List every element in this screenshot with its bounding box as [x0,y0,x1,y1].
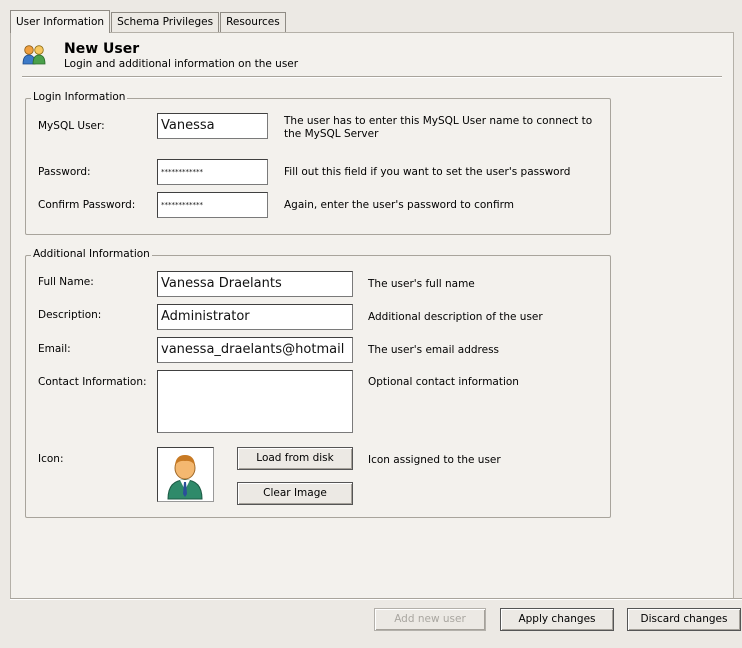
login-information-title: Login Information [31,91,128,103]
full-name-hint: The user's full name [368,278,475,290]
password-input[interactable]: ************ [157,159,268,185]
page-subtitle: Login and additional information on the … [64,58,299,70]
confirm-password-label: Confirm Password: [38,199,136,211]
icon-hint: Icon assigned to the user [368,454,501,466]
contact-information-textarea[interactable] [157,370,353,433]
mysql-user-input[interactable]: Vanessa [157,113,268,139]
full-name-label: Full Name: [38,276,94,288]
full-name-input[interactable]: Vanessa Draelants [157,271,353,297]
confirm-password-hint: Again, enter the user's password to conf… [284,199,514,211]
discard-changes-button[interactable]: Discard changes [627,608,741,631]
users-icon [22,45,46,65]
tab-user-information[interactable]: User Information [10,10,111,33]
description-label: Description: [38,309,102,321]
tab-resources[interactable]: Resources [220,12,286,32]
contact-information-hint: Optional contact information [368,376,519,388]
header-divider [22,76,722,78]
email-input[interactable]: vanessa_draelants@hotmail [157,337,353,363]
contact-information-label: Contact Information: [38,376,147,388]
description-input[interactable]: Administrator [157,304,353,330]
apply-changes-button[interactable]: Apply changes [500,608,614,631]
email-hint: The user's email address [368,344,500,356]
user-avatar-icon [167,455,203,500]
password-label: Password: [38,166,91,178]
mysql-user-hint: The user has to enter this MySQL User na… [284,115,593,140]
mysql-user-label: MySQL User: [38,120,105,132]
load-from-disk-button[interactable]: Load from disk [237,447,353,470]
additional-information-title: Additional Information [31,248,152,260]
description-hint: Additional description of the user [368,311,543,323]
page-title: New User [64,41,140,57]
clear-image-button[interactable]: Clear Image [237,482,353,505]
tab-schema-privileges[interactable]: Schema Privileges [111,12,220,32]
icon-label: Icon: [38,453,64,465]
email-label: Email: [38,343,71,355]
footer-divider [10,598,742,600]
user-icon-preview [157,447,214,502]
add-new-user-button[interactable]: Add new user [374,608,486,631]
password-hint: Fill out this field if you want to set t… [284,166,571,178]
tab-bar: User Information Schema Privileges Resou… [10,10,287,33]
confirm-password-input[interactable]: ************ [157,192,268,218]
